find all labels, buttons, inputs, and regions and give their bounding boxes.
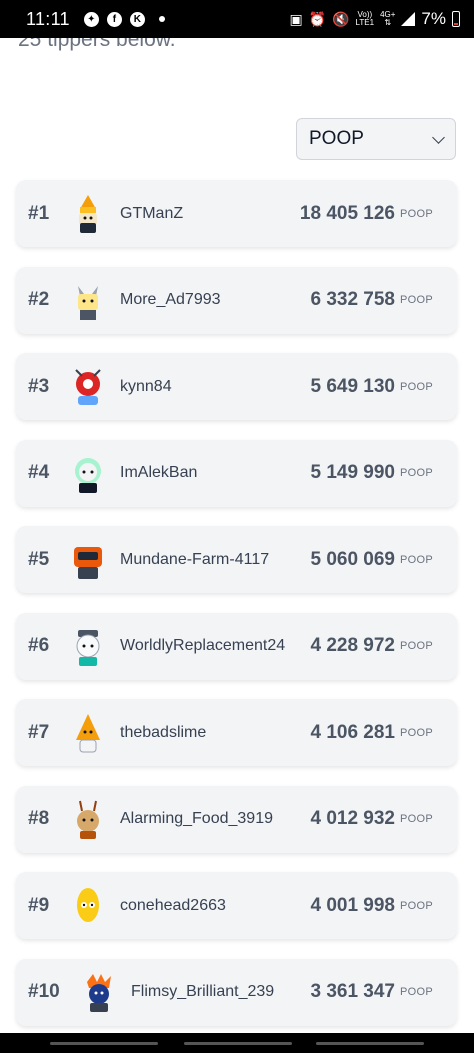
signal-strength-icon bbox=[401, 12, 416, 26]
nav-handle-center[interactable] bbox=[184, 1042, 292, 1045]
username[interactable]: Alarming_Food_3919 bbox=[120, 810, 273, 828]
avatar bbox=[77, 888, 99, 922]
clock: 11:11 bbox=[26, 8, 70, 29]
avatar bbox=[76, 629, 100, 666]
tipper-leaderboard: #1 GTManZ 18 405 126 POOP #2 More_Ad7993… bbox=[16, 180, 457, 1045]
leaderboard-row[interactable]: #5 Mundane-Farm-4117 5 060 069 POOP bbox=[16, 526, 457, 593]
volte-indicator: Vo)) LTE1 bbox=[356, 11, 375, 27]
tip-amount: 5 149 990 bbox=[310, 462, 395, 483]
nav-handle-right[interactable] bbox=[316, 1042, 424, 1045]
username[interactable]: ImAlekBan bbox=[120, 464, 197, 482]
rank-label: #7 bbox=[28, 721, 50, 743]
mute-icon: 🔇 bbox=[332, 10, 350, 27]
leaderboard-row[interactable]: #4 ImAlekBan 5 149 990 POOP bbox=[16, 439, 457, 507]
username[interactable]: thebadslime bbox=[120, 724, 206, 742]
lte-label: LTE1 bbox=[355, 18, 375, 27]
leaderboard-row[interactable]: #8 Alarming_Food_3919 4 012 932 POOP bbox=[16, 785, 457, 853]
leaderboard-row[interactable]: #3 kynn84 5 649 130 POOP bbox=[16, 353, 457, 420]
username[interactable]: conehead2663 bbox=[120, 897, 226, 915]
battery-icon bbox=[452, 11, 460, 27]
tip-amount: 4 228 972 bbox=[310, 635, 395, 656]
rank-label: #9 bbox=[28, 894, 50, 916]
rank-label: #4 bbox=[28, 462, 50, 483]
username[interactable]: WorldlyReplacement24 bbox=[120, 637, 285, 655]
tip-amount: 4 106 281 bbox=[310, 721, 395, 743]
gesture-nav-bar bbox=[0, 1033, 474, 1053]
username[interactable]: More_Ad7993 bbox=[120, 291, 221, 309]
rank-label: #2 bbox=[28, 289, 50, 310]
status-bar: 11:11 ✦ f K ▣ ⏰ 🔇 Vo)) LTE1 4G+ ⇅ 7% bbox=[0, 0, 474, 38]
rank-label: #6 bbox=[28, 635, 50, 656]
username[interactable]: Mundane-Farm-4117 bbox=[120, 551, 269, 569]
tip-amount: 4 012 932 bbox=[310, 808, 395, 829]
avatar bbox=[75, 457, 101, 493]
tip-unit: POOP bbox=[400, 899, 433, 912]
app-notification-icon: ✦ bbox=[83, 11, 99, 27]
avatar bbox=[78, 285, 98, 320]
tip-amount: 5 649 130 bbox=[310, 375, 395, 397]
tip-unit: POOP bbox=[400, 207, 433, 220]
rank-label: #8 bbox=[28, 808, 50, 829]
nav-handle-left[interactable] bbox=[50, 1042, 158, 1045]
currency-select[interactable]: POOP bbox=[296, 118, 456, 160]
tip-amount: 5 060 069 bbox=[310, 548, 395, 570]
leaderboard-row[interactable]: #7 thebadslime 4 106 281 POOP bbox=[16, 699, 457, 766]
tip-amount: 4 001 998 bbox=[310, 894, 395, 916]
leaderboard-row[interactable]: #1 GTManZ 18 405 126 POOP bbox=[16, 180, 457, 247]
rank-label: #10 bbox=[28, 981, 60, 1002]
tip-unit: POOP bbox=[400, 294, 433, 306]
tip-unit: POOP bbox=[400, 553, 433, 566]
avatar bbox=[76, 714, 100, 753]
leaderboard-row[interactable]: #10 Flimsy_Brilliant_239 3 361 347 POOP bbox=[16, 958, 457, 1026]
k-app-icon: K bbox=[129, 11, 145, 27]
avatar bbox=[79, 195, 97, 233]
avatar bbox=[87, 973, 111, 1012]
battery-percent: 7% bbox=[421, 9, 446, 28]
rank-label: #1 bbox=[28, 202, 50, 224]
tip-amount: 3 361 347 bbox=[310, 981, 395, 1002]
chevron-down-icon bbox=[432, 130, 445, 144]
avatar bbox=[74, 547, 102, 579]
tip-unit: POOP bbox=[400, 380, 433, 393]
alarm-icon: ⏰ bbox=[308, 10, 327, 27]
screenshot-icon: ▣ bbox=[289, 10, 303, 27]
network-type-indicator: 4G+ ⇅ bbox=[380, 11, 395, 27]
more-notifications-dot-icon bbox=[158, 16, 165, 22]
tip-unit: POOP bbox=[400, 467, 433, 479]
tip-unit: POOP bbox=[400, 813, 433, 825]
avatar bbox=[75, 369, 101, 405]
tip-unit: POOP bbox=[400, 726, 433, 739]
rank-label: #5 bbox=[28, 548, 50, 570]
tip-unit: POOP bbox=[400, 986, 433, 998]
leaderboard-row[interactable]: #6 WorldlyReplacement24 4 228 972 POOP bbox=[16, 612, 457, 680]
username[interactable]: GTManZ bbox=[120, 205, 183, 223]
tip-amount: 6 332 758 bbox=[310, 289, 395, 310]
data-arrows-icon: ⇅ bbox=[384, 18, 392, 27]
leaderboard-row[interactable]: #9 conehead2663 4 001 998 POOP bbox=[16, 872, 457, 939]
facebook-icon: f bbox=[106, 11, 122, 27]
username[interactable]: Flimsy_Brilliant_239 bbox=[131, 983, 274, 1001]
avatar bbox=[77, 800, 99, 839]
status-bar-left: 11:11 ✦ f K bbox=[26, 9, 165, 30]
rank-label: #3 bbox=[28, 375, 50, 397]
leaderboard-row[interactable]: #2 More_Ad7993 6 332 758 POOP bbox=[16, 266, 457, 334]
currency-select-value: POOP bbox=[309, 128, 364, 149]
tip-amount: 18 405 126 bbox=[299, 202, 395, 224]
username[interactable]: kynn84 bbox=[120, 378, 172, 396]
tip-unit: POOP bbox=[400, 640, 433, 652]
status-bar-right: ▣ ⏰ 🔇 Vo)) LTE1 4G+ ⇅ 7% bbox=[289, 9, 460, 29]
